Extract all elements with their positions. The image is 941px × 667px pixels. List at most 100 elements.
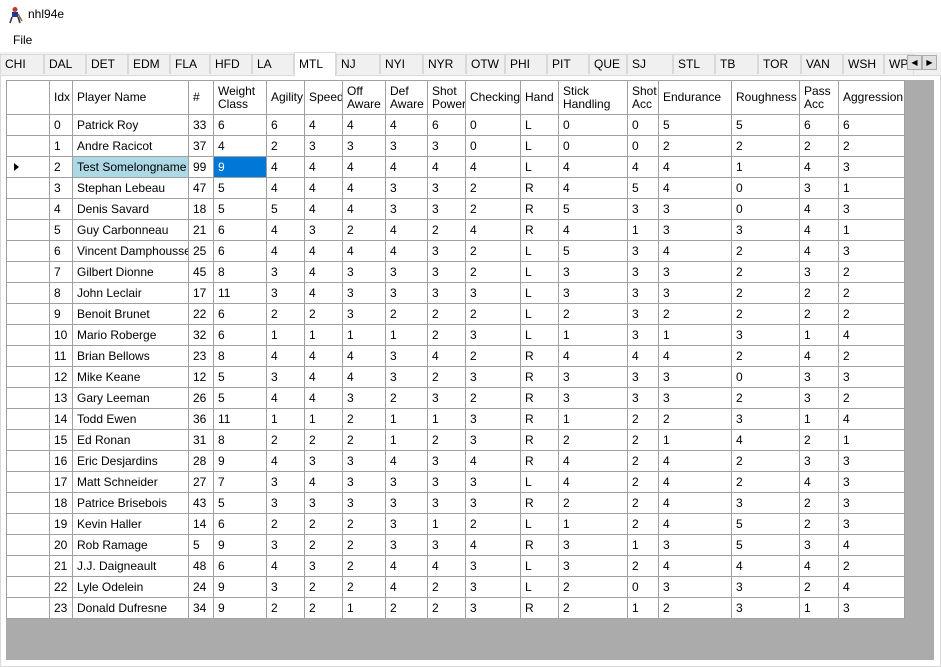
- grid-cell[interactable]: 4: [558, 177, 628, 199]
- grid-cell[interactable]: 0: [731, 198, 800, 220]
- table-row[interactable]: 3 Stephan Lebeau 47 5 4 4 4 3 3 2 R 4 5 4 0 3 1: [6, 177, 905, 199]
- table-row[interactable]: 19 Kevin Haller 14 6 2 2 2 3 1 2 L 1 2 4 5 2 3: [6, 513, 905, 535]
- grid-cell[interactable]: 5: [213, 387, 267, 409]
- grid-cell[interactable]: 3: [558, 282, 628, 304]
- grid-cell[interactable]: 7: [213, 471, 267, 493]
- grid-cell[interactable]: 6: [213, 219, 267, 241]
- grid-cell[interactable]: 9: [213, 576, 267, 598]
- grid-cell[interactable]: 3: [427, 450, 466, 472]
- grid-cell[interactable]: 3: [385, 366, 428, 388]
- grid-cell[interactable]: 3: [658, 576, 732, 598]
- grid-cell[interactable]: 4: [304, 387, 343, 409]
- grid-cell[interactable]: 4: [304, 114, 343, 136]
- tab-otw[interactable]: OTW: [466, 54, 505, 74]
- grid-cell[interactable]: 4: [385, 555, 428, 577]
- grid-cell[interactable]: 4: [304, 366, 343, 388]
- grid-cell[interactable]: 5: [558, 198, 628, 220]
- grid-cell[interactable]: 4: [213, 135, 267, 157]
- grid-cell[interactable]: 2: [799, 429, 839, 451]
- grid-cell[interactable]: 3: [427, 471, 466, 493]
- grid-cell[interactable]: 2: [465, 177, 521, 199]
- grid-cell[interactable]: 3: [658, 219, 732, 241]
- grid-cell[interactable]: 1: [838, 177, 905, 199]
- tab-det[interactable]: DET: [86, 54, 128, 74]
- grid-cell[interactable]: 2: [427, 219, 466, 241]
- grid-cell[interactable]: 3: [838, 450, 905, 472]
- grid-cell[interactable]: 4: [465, 219, 521, 241]
- grid-cell[interactable]: 33: [188, 114, 214, 136]
- grid-cell[interactable]: 48: [188, 555, 214, 577]
- grid-cell[interactable]: 4: [558, 450, 628, 472]
- grid-cell[interactable]: 1: [266, 324, 305, 346]
- grid-cell[interactable]: 3: [838, 597, 905, 619]
- grid-cell[interactable]: 3: [385, 135, 428, 157]
- table-row[interactable]: 0 Patrick Roy 33 6 6 4 4 4 6 0 L 0 0 5 5 6 6: [6, 114, 905, 136]
- grid-cell[interactable]: 18: [49, 492, 73, 514]
- grid-cell[interactable]: 4: [658, 492, 732, 514]
- grid-cell[interactable]: 2: [838, 282, 905, 304]
- grid-cell[interactable]: 22: [188, 303, 214, 325]
- grid-cell[interactable]: 4: [799, 240, 839, 262]
- grid-cell[interactable]: 2: [304, 303, 343, 325]
- grid-cell[interactable]: 0: [731, 366, 800, 388]
- grid-cell[interactable]: 2: [342, 576, 386, 598]
- grid-cell[interactable]: 5: [213, 198, 267, 220]
- column-header-aggression[interactable]: Aggression: [838, 80, 905, 115]
- grid-cell[interactable]: 31: [188, 429, 214, 451]
- grid-cell[interactable]: 1: [731, 156, 800, 178]
- grid-cell[interactable]: 2: [731, 240, 800, 262]
- grid-cell[interactable]: 3: [658, 282, 732, 304]
- grid-cell[interactable]: L: [520, 135, 559, 157]
- column-header-stick-handling[interactable]: Stick Handling: [558, 80, 628, 115]
- grid-cell[interactable]: 3: [304, 555, 343, 577]
- grid-cell[interactable]: Benoit Brunet: [72, 303, 189, 325]
- grid-cell[interactable]: 37: [188, 135, 214, 157]
- grid-cell[interactable]: 2: [558, 429, 628, 451]
- grid-cell[interactable]: 2: [558, 576, 628, 598]
- grid-cell[interactable]: 3: [799, 534, 839, 556]
- grid-cell[interactable]: 3: [465, 324, 521, 346]
- grid-cell[interactable]: 4: [266, 450, 305, 472]
- grid-cell[interactable]: 3: [304, 135, 343, 157]
- grid-cell[interactable]: 4: [385, 240, 428, 262]
- tab-van[interactable]: VAN: [801, 54, 843, 74]
- grid-cell[interactable]: 4: [838, 324, 905, 346]
- grid-cell[interactable]: 5: [627, 177, 659, 199]
- grid-cell[interactable]: 3: [731, 597, 800, 619]
- grid-cell[interactable]: 2: [304, 513, 343, 535]
- grid-cell[interactable]: 0: [627, 135, 659, 157]
- grid-cell[interactable]: 11: [213, 408, 267, 430]
- grid-cell[interactable]: 4: [558, 219, 628, 241]
- grid-cell[interactable]: 2: [731, 303, 800, 325]
- grid-cell[interactable]: R: [520, 219, 559, 241]
- grid-cell[interactable]: Patrice Brisebois: [72, 492, 189, 514]
- grid-cell[interactable]: 1: [799, 597, 839, 619]
- grid-cell[interactable]: 3: [558, 261, 628, 283]
- grid-cell[interactable]: 4: [427, 555, 466, 577]
- grid-cell[interactable]: 5: [266, 198, 305, 220]
- grid-cell[interactable]: 3: [266, 534, 305, 556]
- grid-cell[interactable]: 3: [799, 450, 839, 472]
- grid-cell[interactable]: 1: [627, 534, 659, 556]
- grid-cell[interactable]: 3: [838, 240, 905, 262]
- grid-cell[interactable]: 3: [427, 240, 466, 262]
- grid-cell[interactable]: 1: [627, 597, 659, 619]
- grid-cell[interactable]: 0: [465, 114, 521, 136]
- grid-cell[interactable]: 3: [658, 261, 732, 283]
- table-row[interactable]: 16 Eric Desjardins 28 9 4 3 3 4 3 4 R 4 2 4 2 3 3: [6, 450, 905, 472]
- grid-cell[interactable]: 5: [558, 240, 628, 262]
- grid-cell[interactable]: 2: [342, 429, 386, 451]
- grid-cell[interactable]: 6: [213, 324, 267, 346]
- grid-cell[interactable]: 4: [266, 555, 305, 577]
- grid-cell[interactable]: Rob Ramage: [72, 534, 189, 556]
- grid-cell[interactable]: R: [520, 366, 559, 388]
- grid-cell[interactable]: 3: [627, 387, 659, 409]
- grid-cell[interactable]: 2: [838, 345, 905, 367]
- grid-cell[interactable]: 3: [838, 471, 905, 493]
- grid-cell[interactable]: 4: [838, 534, 905, 556]
- grid-cell[interactable]: 4: [304, 177, 343, 199]
- grid-cell[interactable]: 13: [49, 387, 73, 409]
- column-header-def-aware[interactable]: Def Aware: [385, 80, 428, 115]
- table-row[interactable]: 11 Brian Bellows 23 8 4 4 4 3 4 2 R 4 4 4 2 4 2: [6, 345, 905, 367]
- grid-cell[interactable]: 2: [658, 408, 732, 430]
